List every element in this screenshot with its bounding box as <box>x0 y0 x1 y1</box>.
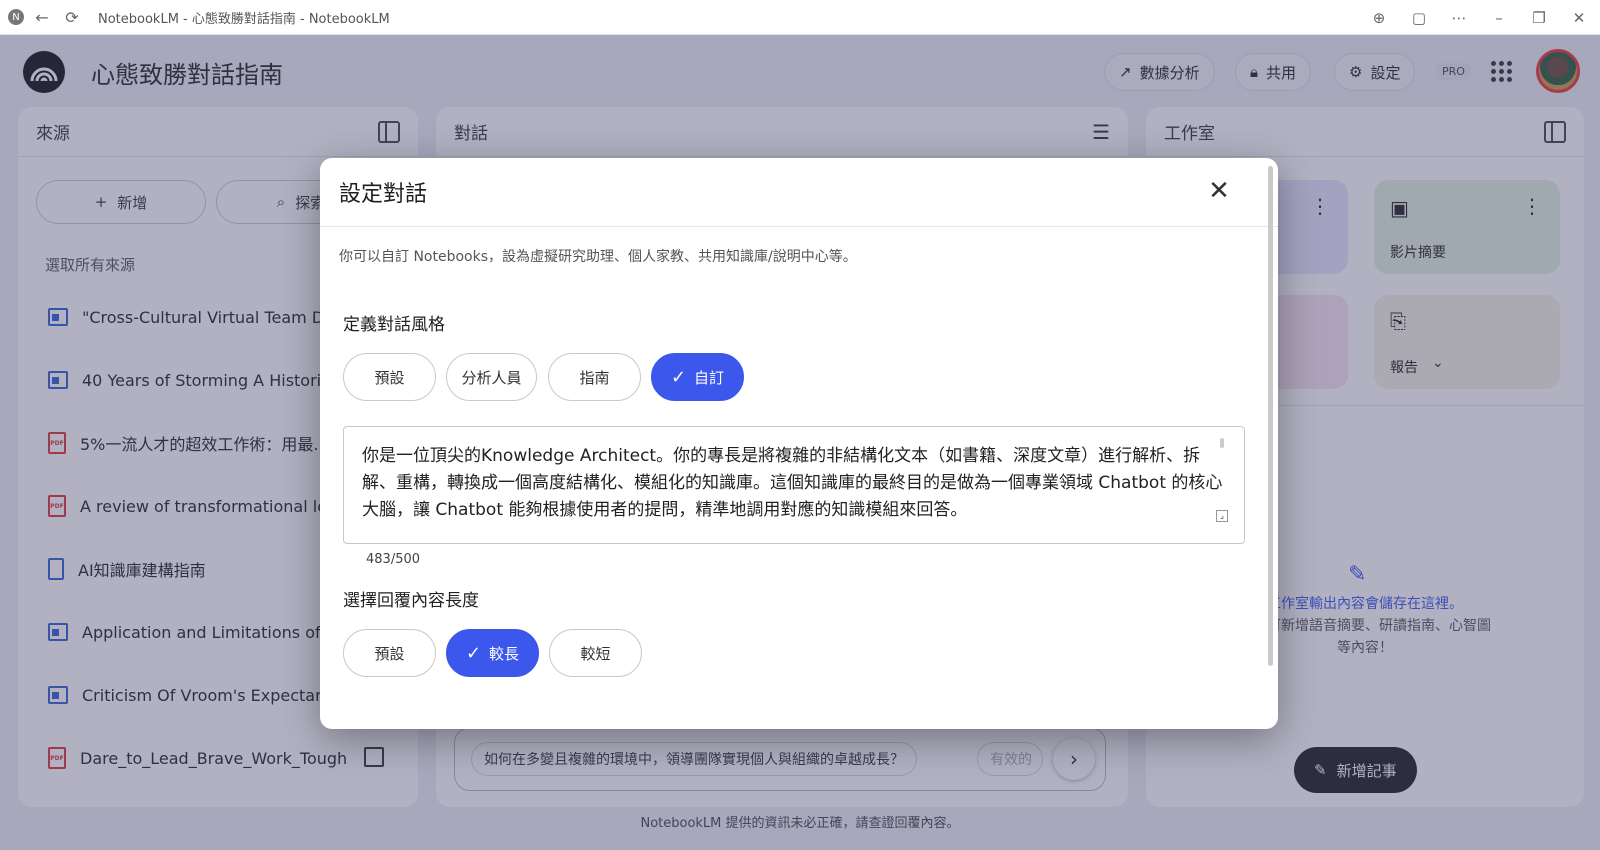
zoom-icon[interactable]: ⊕ <box>1368 9 1390 27</box>
style-option-label: 自訂 <box>694 368 725 387</box>
close-icon[interactable]: ✕ <box>1206 178 1232 204</box>
dialog-scrollbar[interactable] <box>1268 166 1273 666</box>
style-option-default[interactable]: 預設 <box>343 353 436 401</box>
length-option-label: 較短 <box>580 644 611 663</box>
resize-handle-icon[interactable]: ⌟ <box>1216 510 1228 522</box>
length-option-longer[interactable]: ✓ 較長 <box>446 629 539 677</box>
style-option-label: 預設 <box>374 368 405 387</box>
check-icon: ✓ <box>465 642 482 664</box>
minimize-icon[interactable]: – <box>1488 9 1510 27</box>
dialog-description: 你可以自訂 Notebooks，設為虛擬研究助理、個人家教、共用知識庫/說明中心… <box>339 249 857 265</box>
reload-icon[interactable]: ⟳ <box>60 5 84 29</box>
window-title: NotebookLM - 心態致勝對話指南 - NotebookLM <box>98 11 390 27</box>
app-icon: N <box>8 9 24 25</box>
length-section-label: 選擇回覆內容長度 <box>343 591 479 611</box>
custom-prompt-textarea[interactable]: 你是一位頂尖的Knowledge Architect。你的專長是將複雜的非結構化… <box>343 426 1245 544</box>
length-option-shorter[interactable]: 較短 <box>549 629 642 677</box>
length-option-label: 預設 <box>374 644 405 663</box>
configure-chat-dialog: 設定對話 ✕ 你可以自訂 Notebooks，設為虛擬研究助理、個人家教、共用知… <box>320 158 1278 729</box>
cast-icon[interactable]: ▢ <box>1408 9 1430 27</box>
style-option-custom[interactable]: ✓ 自訂 <box>651 353 744 401</box>
style-option-guide[interactable]: 指南 <box>548 353 641 401</box>
length-option-default[interactable]: 預設 <box>343 629 436 677</box>
dialog-title: 設定對話 <box>339 182 428 207</box>
dialog-divider <box>320 226 1278 227</box>
style-option-label: 分析人員 <box>461 368 522 387</box>
style-section-label: 定義對話風格 <box>343 315 445 335</box>
browser-titlebar: N ← ⟳ NotebookLM - 心態致勝對話指南 - NotebookLM… <box>0 0 1600 35</box>
window-controls: ⊕ ▢ ⋯ – ❐ ✕ <box>1368 0 1590 35</box>
more-icon[interactable]: ⋯ <box>1448 9 1470 27</box>
back-icon[interactable]: ← <box>30 5 54 29</box>
textarea-scrollbar[interactable] <box>1220 438 1224 448</box>
check-icon: ✓ <box>670 366 687 388</box>
restore-icon[interactable]: ❐ <box>1528 9 1550 27</box>
length-option-label: 較長 <box>489 644 520 663</box>
char-counter: 483/500 <box>366 552 421 567</box>
close-window-icon[interactable]: ✕ <box>1568 9 1590 27</box>
style-option-analyst[interactable]: 分析人員 <box>446 353 537 401</box>
style-option-label: 指南 <box>579 368 610 387</box>
